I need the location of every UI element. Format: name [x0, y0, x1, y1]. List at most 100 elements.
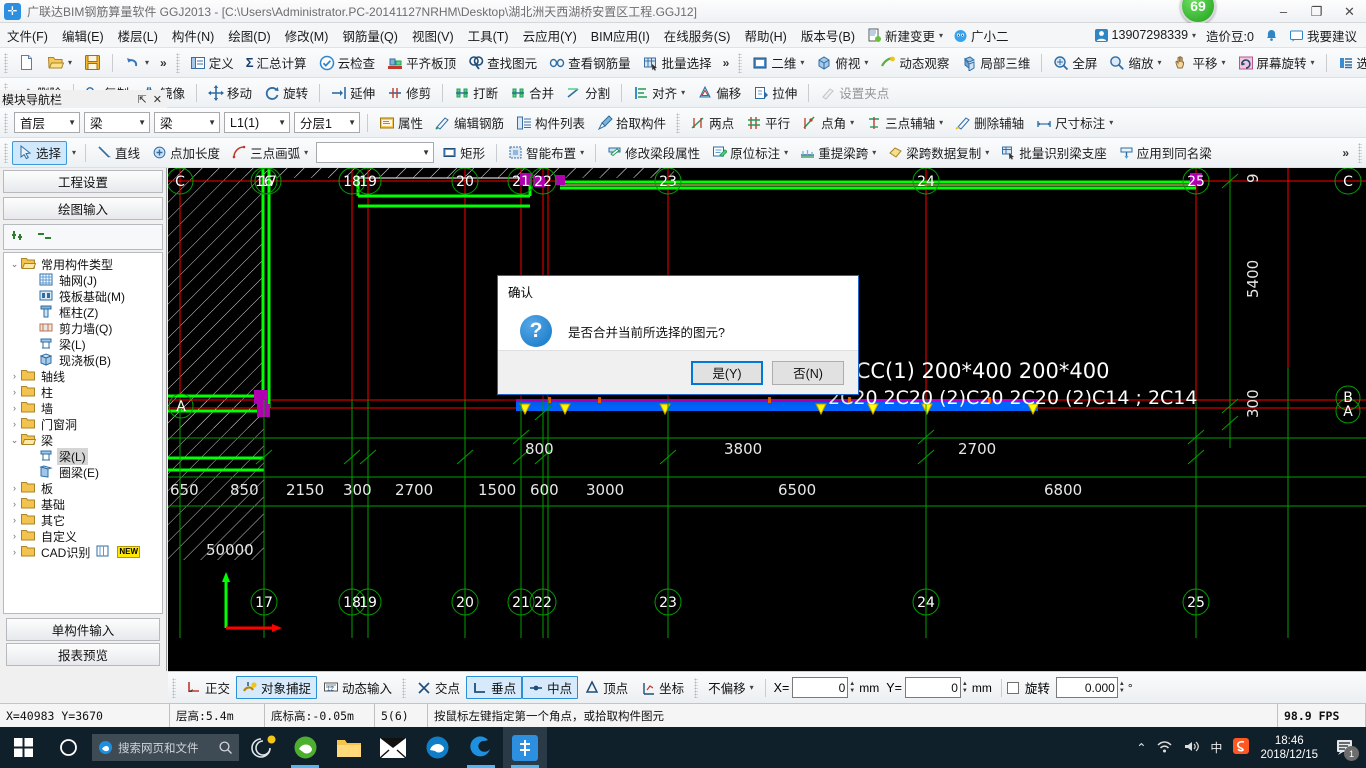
- tree-item-18[interactable]: › CAD识别 NEW: [4, 544, 162, 560]
- top-view-button[interactable]: 俯视 ▾: [810, 51, 874, 75]
- draw-mode-combo[interactable]: ▼: [316, 142, 435, 163]
- edit-rebar-button[interactable]: 编辑钢筋: [429, 111, 510, 135]
- collapse-all-icon[interactable]: [37, 228, 55, 246]
- expander-collapsed-icon[interactable]: ›: [8, 403, 21, 413]
- tree-item-13[interactable]: 圈梁(E): [4, 464, 162, 480]
- view-2d-chevron-down-icon[interactable]: ▾: [800, 58, 804, 67]
- sogou-icon[interactable]: [1232, 737, 1250, 758]
- close-icon[interactable]: ✕: [153, 93, 162, 106]
- menu-online-service[interactable]: 在线服务(S): [657, 23, 738, 48]
- assistant-button[interactable]: 广小二: [948, 26, 1014, 45]
- menu-view[interactable]: 视图(V): [405, 23, 461, 48]
- taskbar-app-ggj[interactable]: [503, 727, 547, 768]
- zoom-chevron-down-icon[interactable]: ▾: [1157, 58, 1161, 67]
- object-snap-toggle[interactable]: 对象捕捉: [236, 676, 318, 699]
- tree-item-8[interactable]: › 柱: [4, 384, 162, 400]
- new-file-button[interactable]: [12, 51, 41, 75]
- three-point-arc-chevron-down-icon[interactable]: ▾: [304, 148, 308, 157]
- span-data-copy-chevron-down-icon[interactable]: ▾: [985, 148, 989, 157]
- cad-drawing[interactable]: 650 850 2150 300 2700 1500 600 3000 6500…: [168, 168, 1366, 671]
- snap-midpoint-toggle[interactable]: 中点: [522, 676, 579, 699]
- cortana-icon[interactable]: [46, 727, 90, 768]
- chevron-down-icon[interactable]: ▾: [939, 31, 943, 40]
- expander-collapsed-icon[interactable]: ›: [8, 547, 21, 557]
- point-angle-axis-button[interactable]: 点角 ▾: [796, 111, 860, 135]
- select-tool-chevron-down-icon[interactable]: ▾: [68, 148, 80, 157]
- tree-item-7[interactable]: › 轴线: [4, 368, 162, 384]
- point-angle-chevron-down-icon[interactable]: ▾: [850, 118, 854, 127]
- single-component-input-button[interactable]: 单构件输入: [6, 618, 160, 641]
- taskbar-app-mail[interactable]: [371, 727, 415, 768]
- pick-component-button[interactable]: 拾取构件: [591, 111, 672, 135]
- re-extract-span-chevron-down-icon[interactable]: ▾: [872, 148, 876, 157]
- three-point-axis-button[interactable]: 三点辅轴 ▾: [860, 111, 949, 135]
- alerts-button[interactable]: [1259, 28, 1284, 43]
- cad-canvas[interactable]: 650 850 2150 300 2700 1500 600 3000 6500…: [168, 168, 1366, 671]
- tree-item-1[interactable]: 轴网(J): [4, 272, 162, 288]
- break-button[interactable]: 打断: [448, 81, 504, 105]
- cloud-check-button[interactable]: 云检查: [313, 51, 382, 75]
- dynamic-orbit-button[interactable]: 动态观察: [874, 51, 955, 75]
- offset-mode-combo[interactable]: 不偏移 ▾: [702, 676, 760, 699]
- summary-calc-button[interactable]: Σ 汇总计算: [240, 51, 313, 75]
- subcategory-combo[interactable]: 梁 ▼: [154, 112, 220, 133]
- menu-floor[interactable]: 楼层(L): [111, 23, 165, 48]
- expander-collapsed-icon[interactable]: ›: [8, 531, 21, 541]
- snap-grip[interactable]: [172, 677, 176, 698]
- tree-item-5[interactable]: 梁(L): [4, 336, 162, 352]
- align-chevron-down-icon[interactable]: ▾: [681, 88, 685, 97]
- x-input[interactable]: 0: [792, 677, 849, 698]
- top-view-chevron-down-icon[interactable]: ▾: [864, 58, 868, 67]
- in-place-label-button[interactable]: 原位标注 ▾: [706, 141, 794, 165]
- pan-button[interactable]: 平移 ▾: [1167, 51, 1231, 75]
- subcategory-combo-chevron-down-icon[interactable]: ▼: [208, 118, 216, 127]
- tree-item-10[interactable]: › 门窗洞: [4, 416, 162, 432]
- span-data-copy-button[interactable]: 梁跨数据复制 ▾: [882, 141, 995, 165]
- menu-rebar[interactable]: 钢筋量(Q): [335, 23, 405, 48]
- volume-icon[interactable]: [1183, 739, 1200, 757]
- menu-bim[interactable]: BIM应用(I): [584, 23, 657, 48]
- start-icon[interactable]: [0, 727, 46, 768]
- set-grip-button[interactable]: 设置夹点: [814, 81, 895, 105]
- ime-indicator[interactable]: 中: [1210, 739, 1222, 756]
- component-tree[interactable]: ⌄ 常用构件类型 轴网(J) 筏板基础(M) 框柱(Z) 剪力墙(Q) 梁(L) 现浇板(B)…: [3, 252, 163, 614]
- dialog-yes-button[interactable]: 是(Y): [691, 360, 763, 385]
- menu-modify[interactable]: 修改(M): [278, 23, 336, 48]
- snap-grip-3[interactable]: [694, 677, 699, 698]
- toolbar-overflow-1[interactable]: »: [155, 56, 172, 70]
- menu-edit[interactable]: 编辑(E): [55, 23, 111, 48]
- pin-icon[interactable]: ⇱: [138, 93, 147, 106]
- floor-combo[interactable]: 首层 ▼: [14, 112, 80, 133]
- expander-collapsed-icon[interactable]: ›: [8, 515, 21, 525]
- move-button[interactable]: 移动: [202, 81, 258, 105]
- expander-expanded-icon[interactable]: ⌄: [8, 259, 21, 270]
- y-input[interactable]: 0: [904, 677, 961, 698]
- taskbar-app-blue-swirl[interactable]: [459, 727, 503, 768]
- rotate-button[interactable]: 旋转: [258, 81, 314, 105]
- apply-same-beam-button[interactable]: 应用到同名梁: [1113, 141, 1218, 165]
- category-combo[interactable]: 梁 ▼: [84, 112, 150, 133]
- draw-mode-chevron-down-icon[interactable]: ▼: [422, 148, 430, 157]
- taskbar-app-edge[interactable]: [415, 727, 459, 768]
- dynamic-input-toggle[interactable]: 12 动态输入: [317, 676, 398, 699]
- layer-combo[interactable]: 分层1 ▼: [294, 112, 360, 133]
- extend-button[interactable]: 延伸: [325, 81, 381, 105]
- maximize-button[interactable]: ❐: [1300, 0, 1333, 23]
- tree-item-15[interactable]: › 基础: [4, 496, 162, 512]
- offset-mode-chevron-down-icon[interactable]: ▾: [750, 683, 754, 692]
- tree-item-9[interactable]: › 墙: [4, 400, 162, 416]
- wifi-icon[interactable]: [1156, 739, 1173, 757]
- tree-item-3[interactable]: 框柱(Z): [4, 304, 162, 320]
- draw-toolbar-grip[interactable]: [4, 142, 8, 163]
- coins-display[interactable]: 造价豆:0: [1201, 26, 1259, 45]
- align-button[interactable]: 对齐 ▾: [627, 81, 691, 105]
- parallel-axis-button[interactable]: 平行: [740, 111, 796, 135]
- ortho-toggle[interactable]: 正交: [180, 676, 236, 699]
- category-combo-chevron-down-icon[interactable]: ▼: [138, 118, 146, 127]
- select-tool-button[interactable]: 选择: [12, 140, 68, 165]
- draw-toolbar-overflow[interactable]: »: [1337, 146, 1354, 160]
- snap-grip-2[interactable]: [402, 677, 407, 698]
- taskbar-clock[interactable]: 18:46 2018/12/15: [1260, 734, 1318, 762]
- smart-layout-chevron-down-icon[interactable]: ▾: [580, 148, 584, 157]
- find-element-button[interactable]: 查找图元: [462, 51, 543, 75]
